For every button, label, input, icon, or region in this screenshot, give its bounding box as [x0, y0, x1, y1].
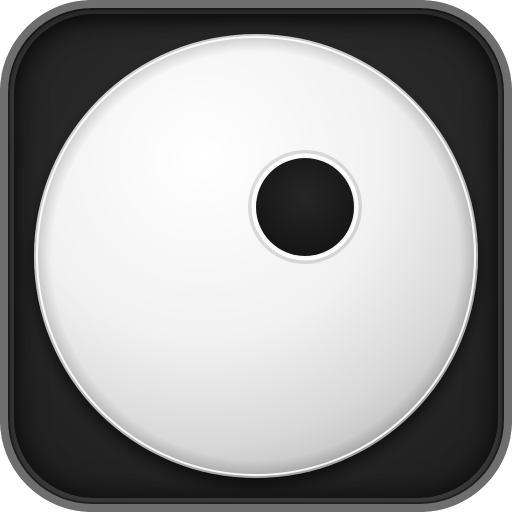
- disc-icon: [34, 34, 478, 478]
- disc-hole: [256, 158, 354, 256]
- canvas: [0, 0, 512, 512]
- app-icon[interactable]: [0, 0, 512, 512]
